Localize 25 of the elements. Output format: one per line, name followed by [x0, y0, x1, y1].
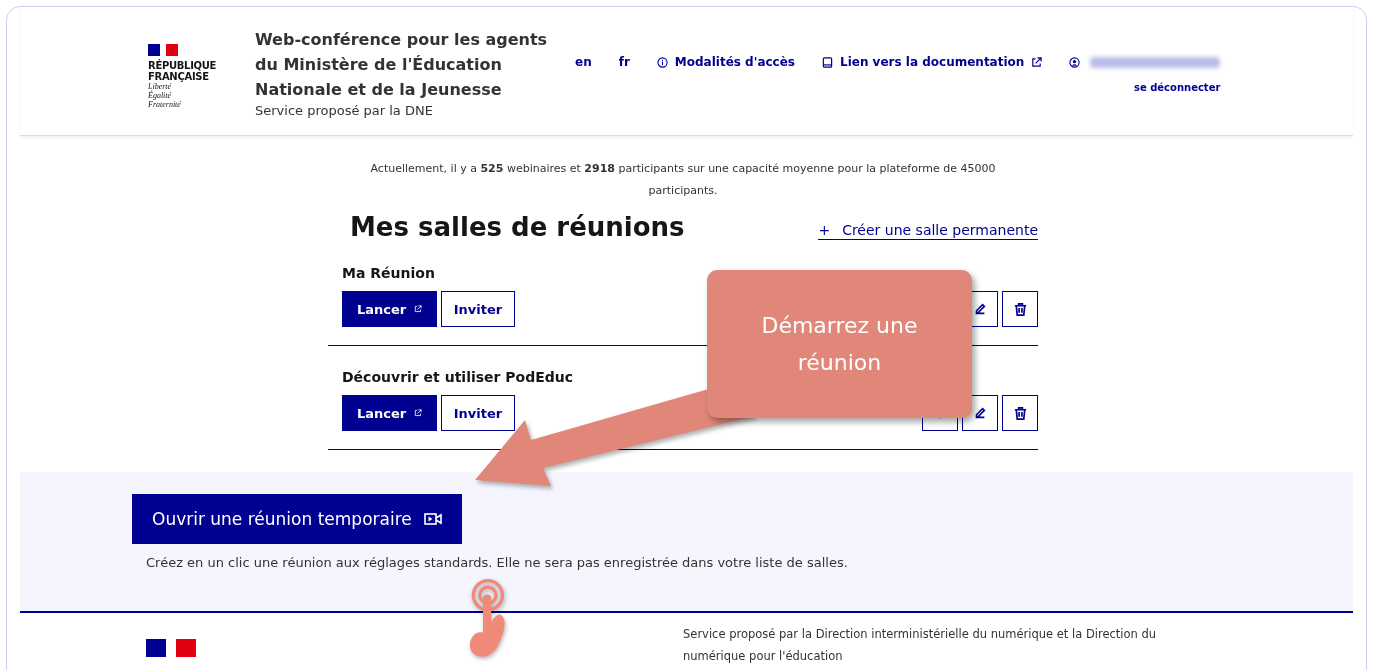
annotation-tooltip: Démarrez une réunion — [707, 270, 972, 418]
footer-text: Service proposé par la Direction interministérielle du numérique et la Direction du numérique pour l'éducation — [683, 626, 1158, 665]
invite-button[interactable]: Inviter — [441, 291, 515, 327]
nav-link[interactable]: fr — [618, 55, 630, 69]
logout-link[interactable]: se déconnecter — [1133, 82, 1221, 93]
nav-link[interactable]: Lien vers la documentation — [822, 55, 1043, 69]
logo-text: RÉPUBLIQUE — [148, 60, 218, 71]
invite-button[interactable]: Inviter — [441, 395, 515, 431]
site-subtitle: Service proposé par la DNE — [255, 103, 434, 118]
room-name: Ma Réunion — [342, 265, 435, 281]
motto-text: Liberté — [148, 82, 172, 91]
nav-link[interactable]: en — [575, 55, 592, 69]
stats-text: Actuellement, il y a 525 webinaires et 2918 participants sur une capacité moyenne pour la plateforme de 45000 participants. — [369, 161, 997, 199]
room-name: Découvrir et utiliser PodEduc — [342, 369, 574, 385]
launch-button[interactable]: Lancer — [342, 395, 437, 431]
create-room-link[interactable]: + Créer une salle permanente — [818, 222, 1038, 240]
site-title: Web-conférence pour les agents du Ministère de l'Éducation Nationale et de la Jeunesse — [255, 29, 549, 101]
temporary-meeting-button[interactable]: Ouvrir une réunion temporaire — [132, 494, 462, 544]
logo-text: FRANÇAISE — [148, 71, 210, 82]
nav-link[interactable]: Modalités d'accès — [656, 55, 795, 69]
motto-text: Égalité — [148, 91, 172, 100]
motto-text: Fraternité — [148, 100, 181, 109]
temporary-meeting-note: Créez en un clic une réunion aux réglages standards. Elle ne sera pas enregistrée dans votre liste de salles. — [146, 555, 849, 570]
launch-button[interactable]: Lancer — [342, 291, 437, 327]
rooms-heading: Mes salles de réunions — [350, 212, 685, 242]
